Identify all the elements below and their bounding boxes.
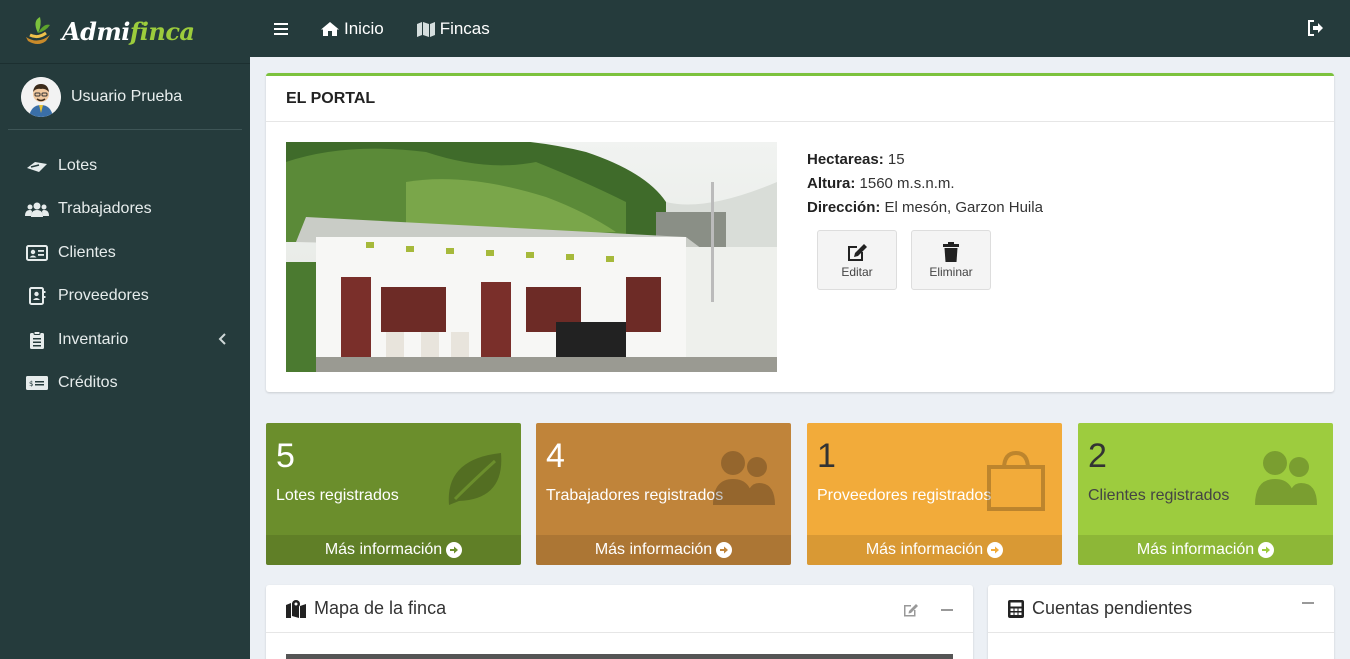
stat-count: 5: [276, 437, 295, 475]
sidebar-item-clientes[interactable]: Clientes: [0, 231, 250, 275]
nav-farms-label: Fincas: [439, 18, 490, 38]
leaf-hand-icon: [25, 157, 49, 175]
sidebar: Admifinca Usuario Prueba Lotes Trabajado…: [0, 0, 250, 659]
accounts-panel-header: Cuentas pendientes: [988, 585, 1334, 633]
stat-more-link[interactable]: Más información: [807, 535, 1062, 565]
shopping-bag-icon: [987, 450, 1045, 511]
edit-button[interactable]: Editar: [817, 230, 897, 290]
arrow-circle-right-icon: [987, 542, 1004, 558]
users-icon: [1255, 451, 1317, 505]
trash-icon: [943, 241, 959, 262]
sidebar-item-creditos[interactable]: $ Créditos: [0, 362, 250, 406]
users-icon: [25, 200, 49, 218]
sidebar-item-label: Créditos: [58, 374, 118, 392]
sidebar-item-label: Trabajadores: [58, 200, 152, 218]
stat-count: 1: [817, 437, 836, 475]
farm-actions: Editar Eliminar: [817, 230, 991, 290]
stat-trabajadores: 4 Trabajadores registrados Más informaci…: [536, 423, 791, 565]
svg-text:$: $: [29, 380, 33, 388]
collapse-icon[interactable]: [941, 608, 953, 611]
avatar: [21, 76, 61, 117]
clipboard-icon: [25, 330, 49, 349]
sidebar-nav: Lotes Trabajadores Clientes Proveedores …: [0, 144, 250, 405]
user-name: Usuario Prueba: [71, 87, 183, 105]
stat-count: 4: [546, 437, 565, 475]
stat-label: Clientes registrados: [1088, 487, 1230, 504]
edit-icon: [848, 243, 867, 261]
sidebar-item-proveedores[interactable]: Proveedores: [0, 275, 250, 319]
stat-more-link[interactable]: Más información: [266, 535, 521, 565]
nav-farms-link[interactable]: Fincas: [416, 19, 490, 39]
calculator-icon: [1008, 599, 1024, 618]
stat-label: Lotes registrados: [276, 487, 399, 504]
sidebar-item-label: Clientes: [58, 243, 116, 261]
farm-title: EL PORTAL: [266, 76, 1334, 122]
nav-home-link[interactable]: Inicio: [320, 19, 384, 39]
map-canvas[interactable]: [286, 654, 953, 659]
sidebar-item-inventario[interactable]: Inventario: [0, 318, 250, 362]
top-nav: Inicio Fincas: [320, 19, 522, 39]
nav-home-label: Inicio: [344, 18, 384, 38]
stat-more-link[interactable]: Más información: [536, 535, 791, 565]
chevron-left-icon[interactable]: [218, 332, 226, 348]
map-icon: [416, 21, 435, 37]
sidebar-item-trabajadores[interactable]: Trabajadores: [0, 188, 250, 232]
collapse-icon[interactable]: [1302, 602, 1314, 604]
stat-proveedores: 1 Proveedores registrados Más informació…: [807, 423, 1062, 565]
stat-label: Proveedores registrados: [817, 487, 992, 504]
map-marked-icon: [286, 599, 306, 618]
address-book-icon: [25, 287, 49, 306]
home-icon: [321, 21, 339, 36]
farm-info: Hectareas: 15 Altura: 1560 m.s.n.m. Dire…: [807, 148, 1043, 220]
altitude-row: Altura: 1560 m.s.n.m.: [807, 175, 955, 192]
arrow-circle-right-icon: [446, 542, 463, 558]
top-navbar: Inicio Fincas: [250, 0, 1350, 57]
leaf-icon: [448, 453, 502, 505]
users-icon: [713, 451, 775, 505]
arrow-circle-right-icon: [1258, 542, 1275, 558]
farm-photo: [286, 142, 777, 372]
stat-count: 2: [1088, 437, 1107, 475]
logout-icon[interactable]: [1308, 20, 1324, 41]
accounts-panel-tools: [1302, 602, 1314, 604]
map-panel: Mapa de la finca: [266, 585, 973, 659]
stat-label: Trabajadores registrados: [546, 487, 724, 504]
sidebar-item-label: Lotes: [58, 156, 98, 174]
sidebar-item-lotes[interactable]: Lotes: [0, 144, 250, 188]
app-logo[interactable]: Admifinca: [0, 0, 250, 64]
user-panel[interactable]: Usuario Prueba: [8, 64, 242, 130]
arrow-circle-right-icon: [716, 542, 733, 558]
logo-text: Admifinca: [62, 17, 195, 46]
hectares-row: Hectareas: 15: [807, 151, 905, 168]
logo-badge-icon: [20, 15, 56, 49]
delete-button[interactable]: Eliminar: [911, 230, 991, 290]
accounts-panel: Cuentas pendientes: [988, 585, 1334, 659]
edit-icon[interactable]: [903, 602, 919, 617]
id-card-icon: [25, 244, 49, 262]
stat-lotes: 5 Lotes registrados Más información: [266, 423, 521, 565]
stat-clientes: 2 Clientes registrados Más información: [1078, 423, 1333, 565]
map-panel-header: Mapa de la finca: [266, 585, 973, 633]
sidebar-item-label: Proveedores: [58, 287, 149, 305]
money-icon: $: [25, 374, 49, 392]
sidebar-item-label: Inventario: [58, 330, 129, 348]
map-panel-title: Mapa de la finca: [314, 598, 447, 618]
address-row: Dirección: El mesón, Garzon Huila: [807, 199, 1043, 216]
accounts-panel-title: Cuentas pendientes: [1032, 598, 1193, 618]
farm-box: EL PORTAL Hectareas: 15 Altura: 1560 m.s…: [266, 73, 1334, 392]
map-panel-tools: [903, 602, 953, 617]
menu-toggle-icon[interactable]: [274, 22, 288, 35]
stat-more-link[interactable]: Más información: [1078, 535, 1333, 565]
